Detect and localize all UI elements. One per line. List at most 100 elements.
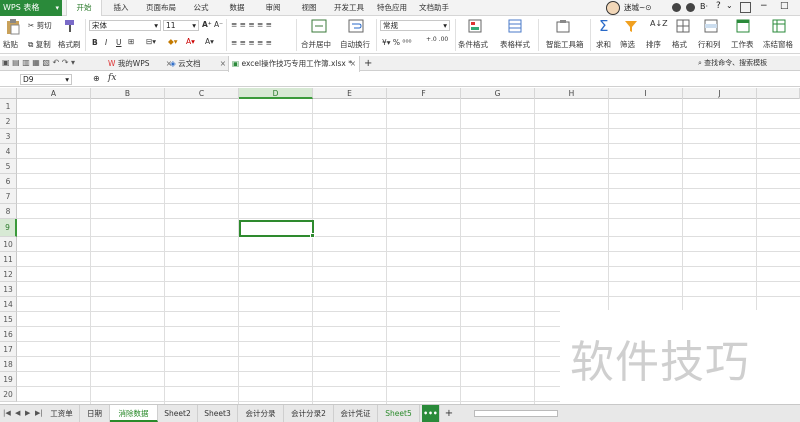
insert-function-button[interactable]: fx bbox=[108, 73, 116, 83]
row-header[interactable]: 18 bbox=[0, 357, 17, 372]
column-header[interactable]: B bbox=[91, 88, 165, 99]
column-header[interactable]: G bbox=[461, 88, 535, 99]
column-header-selected[interactable]: D bbox=[239, 88, 313, 99]
row-header[interactable]: 5 bbox=[0, 159, 17, 174]
close-icon[interactable]: × bbox=[350, 56, 356, 71]
first-sheet-icon[interactable]: |◀ bbox=[3, 409, 11, 417]
row-header[interactable]: 4 bbox=[0, 144, 17, 159]
format-painter-icon[interactable] bbox=[62, 19, 76, 33]
tab-special-apps[interactable]: 特色应用 bbox=[372, 0, 412, 16]
format-button[interactable]: 格式 bbox=[672, 39, 687, 50]
format-icon[interactable] bbox=[676, 19, 690, 33]
sum-icon[interactable]: Σ bbox=[599, 17, 608, 35]
sheet-tab[interactable]: 会计凭证 bbox=[334, 405, 378, 422]
worksheet-icon[interactable] bbox=[736, 19, 750, 33]
tab-formulas[interactable]: 公式 bbox=[186, 0, 216, 16]
border-icon[interactable]: ⊟▾ bbox=[146, 37, 156, 46]
freeze-panes-icon[interactable] bbox=[772, 19, 786, 33]
copy-button[interactable]: ⧉ 复制 bbox=[28, 39, 51, 50]
share-icon[interactable]: B· bbox=[700, 2, 708, 11]
fill-color-icon[interactable]: ◆▾ bbox=[168, 37, 178, 46]
bold-button[interactable]: B bbox=[92, 38, 98, 47]
row-col-icon[interactable] bbox=[704, 19, 718, 33]
row-header[interactable]: 2 bbox=[0, 114, 17, 129]
column-header[interactable]: F bbox=[387, 88, 461, 99]
sheet-tab[interactable]: 日期 bbox=[80, 405, 110, 422]
zoom-icon[interactable]: ⊕ bbox=[93, 74, 100, 83]
decimal-icon[interactable]: +.0 .00 bbox=[426, 36, 448, 43]
new-tab-button[interactable]: + bbox=[364, 56, 376, 71]
fill-handle[interactable] bbox=[310, 233, 315, 238]
align-left-icon[interactable]: ≡ ≡ ≡ ≡ ≡ bbox=[231, 38, 272, 47]
paste-button[interactable]: 粘贴 bbox=[3, 39, 18, 50]
currency-icon[interactable]: ¥▾ % ⁰⁰⁰ bbox=[382, 38, 411, 47]
row-col-button[interactable]: 行和列 bbox=[698, 39, 721, 50]
row-header[interactable]: 14 bbox=[0, 297, 17, 312]
filter-icon[interactable] bbox=[624, 19, 638, 33]
help-icon[interactable]: ? bbox=[716, 1, 721, 11]
tab-home[interactable]: 开始 bbox=[66, 0, 102, 17]
format-painter-button[interactable]: 格式刷 bbox=[58, 39, 81, 50]
merge-center-button[interactable]: 合并居中 bbox=[301, 39, 331, 50]
column-header[interactable]: E bbox=[313, 88, 387, 99]
command-search-input[interactable]: ⌕ 查找命令、搜索模板 bbox=[698, 56, 800, 71]
table-style-button[interactable]: 表格样式 bbox=[500, 39, 530, 50]
maximize-icon[interactable]: □ bbox=[780, 1, 789, 11]
strikethrough-icon[interactable]: ⊞ bbox=[128, 37, 134, 46]
filter-button[interactable]: 筛选 bbox=[620, 39, 635, 50]
font-size-select[interactable]: 11 ▾ bbox=[163, 20, 199, 31]
merge-center-icon[interactable] bbox=[311, 19, 327, 33]
wps-app-menu-button[interactable]: WPS 表格 ▾ bbox=[0, 0, 62, 16]
row-header-selected[interactable]: 9 bbox=[0, 219, 17, 237]
sheet-tab[interactable]: Sheet2 bbox=[158, 405, 198, 422]
table-style-icon[interactable] bbox=[508, 19, 522, 33]
restore-window-icon[interactable] bbox=[740, 2, 751, 13]
decrease-font-icon[interactable]: A⁻ bbox=[214, 20, 223, 29]
underline-button[interactable]: U bbox=[116, 38, 122, 47]
font-name-select[interactable]: 宋体 ▾ bbox=[89, 20, 161, 31]
horizontal-scrollbar[interactable] bbox=[474, 410, 558, 417]
formula-input[interactable] bbox=[124, 74, 794, 85]
cut-button[interactable]: ✂ 剪切 bbox=[28, 20, 52, 31]
row-header[interactable]: 16 bbox=[0, 327, 17, 342]
sheet-tab-active[interactable]: 消除数据 bbox=[110, 405, 158, 422]
row-header[interactable]: 8 bbox=[0, 204, 17, 219]
sort-button[interactable]: 排序 bbox=[646, 39, 661, 50]
row-header[interactable]: 15 bbox=[0, 312, 17, 327]
tab-page-layout[interactable]: 页面布局 bbox=[140, 0, 182, 16]
row-header[interactable]: 20 bbox=[0, 387, 17, 402]
row-header[interactable]: 12 bbox=[0, 267, 17, 282]
user-name[interactable]: 迷城~⊙ bbox=[624, 0, 652, 16]
font-color-icon[interactable]: A▾ bbox=[186, 37, 195, 46]
tab-workbook-file[interactable]: ▣ excel操作技巧专用工作簿.xlsx * × bbox=[228, 56, 360, 72]
row-header[interactable]: 11 bbox=[0, 252, 17, 267]
smart-toolbox-button[interactable]: 智能工具箱 bbox=[546, 39, 584, 50]
row-header[interactable]: 1 bbox=[0, 99, 17, 114]
column-header[interactable]: J bbox=[683, 88, 757, 99]
quick-access-icons[interactable]: ▣ ▤ ▥ ▦ ▧ ↶ ↷ ▾ bbox=[2, 58, 75, 67]
row-header[interactable]: 19 bbox=[0, 372, 17, 387]
close-icon[interactable]: × bbox=[220, 56, 226, 71]
wrap-text-button[interactable]: 自动换行 bbox=[340, 39, 370, 50]
row-header[interactable]: 10 bbox=[0, 237, 17, 252]
row-header[interactable]: 3 bbox=[0, 129, 17, 144]
tab-review[interactable]: 审阅 bbox=[258, 0, 288, 16]
freeze-panes-button[interactable]: 冻结窗格 bbox=[763, 39, 793, 50]
clear-format-icon[interactable]: A▾ bbox=[205, 37, 214, 46]
select-all-corner[interactable] bbox=[0, 88, 17, 99]
sum-button[interactable]: 求和 bbox=[596, 39, 611, 50]
avatar[interactable] bbox=[606, 1, 620, 15]
sheet-tab[interactable]: Sheet5 bbox=[378, 405, 420, 422]
column-header[interactable]: C bbox=[165, 88, 239, 99]
selected-cell-d9[interactable] bbox=[239, 220, 314, 237]
wrap-text-icon[interactable] bbox=[348, 19, 364, 33]
settings-icon[interactable] bbox=[686, 3, 695, 12]
tab-insert[interactable]: 插入 bbox=[106, 0, 136, 16]
tab-doc-assistant[interactable]: 文档助手 bbox=[414, 0, 454, 16]
skin-icon[interactable] bbox=[672, 3, 681, 12]
conditional-format-button[interactable]: 条件格式 bbox=[458, 39, 488, 50]
name-box[interactable]: D9 ▾ bbox=[20, 74, 72, 85]
add-sheet-button[interactable]: + bbox=[442, 405, 456, 422]
sheet-tab[interactable]: 会计分录2 bbox=[284, 405, 334, 422]
chevron-down-icon[interactable]: ⌄ bbox=[726, 1, 733, 10]
